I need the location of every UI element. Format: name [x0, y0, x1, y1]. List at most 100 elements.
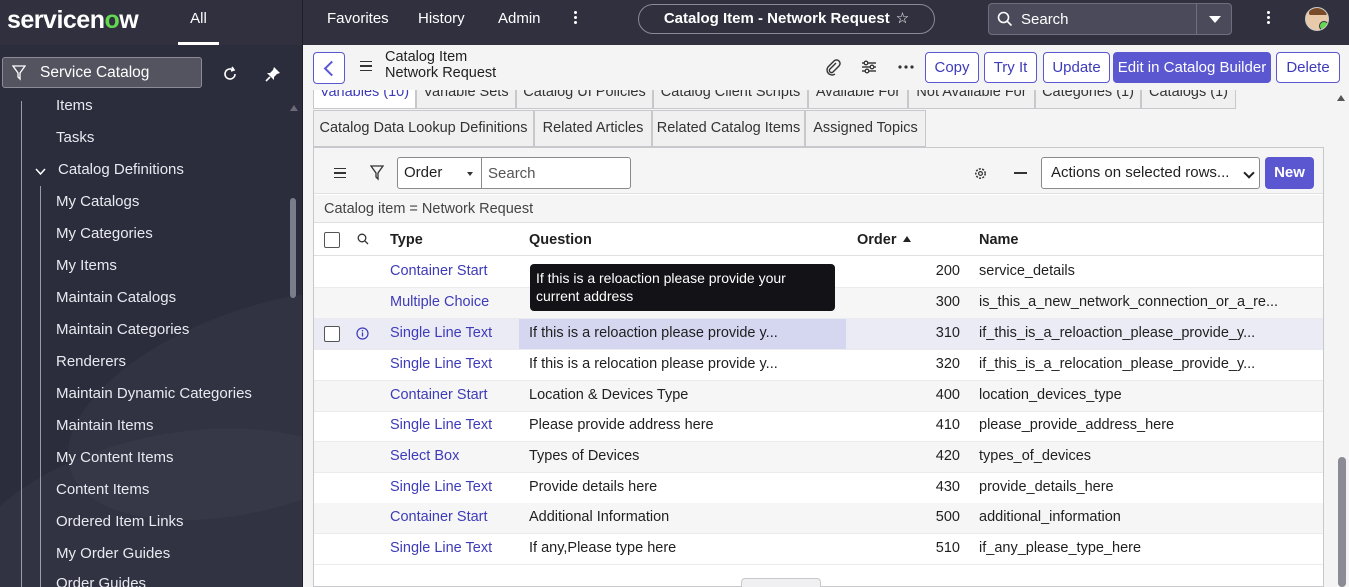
top-header: servicenow All Favorites History Admin C… [0, 0, 1349, 45]
nav-filter-input[interactable]: Service Catalog [2, 57, 202, 88]
cell-name: provide_details_here [979, 479, 1114, 495]
gear-icon[interactable] [973, 166, 988, 181]
chevron-down-icon[interactable] [35, 166, 46, 177]
update-button[interactable]: Update [1043, 52, 1110, 83]
cell-order: 410 [935, 417, 960, 433]
cell-type[interactable]: Single Line Text [390, 325, 492, 341]
search-scope-dropdown[interactable] [1196, 4, 1231, 34]
table-row[interactable]: Single Line Text Please provide address … [314, 411, 1323, 442]
search-icon[interactable] [357, 233, 369, 245]
cell-order: 400 [935, 387, 960, 403]
table-row[interactable]: Container Start Location & Devices Type … [314, 381, 1323, 412]
cell-name: service_details [979, 263, 1075, 279]
column-name[interactable]: Name [979, 232, 1019, 248]
cell-question: If any,Please type here [529, 540, 677, 556]
sidebar-item-tasks[interactable]: Tasks [56, 129, 94, 146]
sidebar-item-maintain-catalogs[interactable]: Maintain Catalogs [56, 289, 176, 306]
sidebar-item-my-categories[interactable]: My Categories [56, 225, 153, 242]
tab-assigned-topics[interactable]: Assigned Topics [805, 110, 926, 147]
sidebar-item-my-content-items[interactable]: My Content Items [56, 449, 174, 466]
cell-type[interactable]: Select Box [390, 448, 459, 464]
sidebar-item-maintain-categories[interactable]: Maintain Categories [56, 321, 189, 338]
cell-type[interactable]: Container Start [390, 263, 488, 279]
search-field-select[interactable]: Order [397, 157, 482, 189]
more-actions-icon[interactable] [897, 58, 915, 76]
nav-admin[interactable]: Admin [498, 0, 541, 38]
form-menu-icon[interactable] [360, 61, 372, 71]
column-type[interactable]: Type [390, 232, 423, 248]
settings-sliders-icon[interactable] [860, 58, 878, 76]
sidebar-group-catalog-definitions[interactable]: Catalog Definitions [58, 161, 184, 178]
edit-in-catalog-builder-button[interactable]: Edit in Catalog Builder [1113, 52, 1271, 83]
table-row[interactable]: Single Line Text If this is a reloaction… [314, 319, 1323, 350]
all-menu-tab[interactable]: All [178, 0, 219, 45]
info-icon[interactable] [356, 327, 369, 340]
sidebar-item-ordered-item-links[interactable]: Ordered Item Links [56, 513, 184, 530]
context-title: Catalog Item - Network Request [663, 10, 890, 27]
servicenow-logo[interactable]: servicenow [7, 6, 139, 35]
column-order[interactable]: Order [857, 232, 911, 248]
refresh-icon[interactable] [221, 65, 239, 83]
table-row[interactable]: Single Line Text If any,Please type here… [314, 534, 1323, 565]
table-row[interactable]: Single Line Text If this is a relocation… [314, 350, 1323, 381]
select-all-checkbox[interactable] [324, 232, 340, 248]
context-title-pill[interactable]: Catalog Item - Network Request ☆ [638, 4, 935, 34]
list-search-input[interactable] [481, 157, 631, 189]
cell-type[interactable]: Multiple Choice [390, 294, 489, 310]
pagination-control[interactable] [741, 578, 821, 587]
attachment-icon[interactable] [824, 58, 842, 76]
table-row[interactable]: Select Box Types of Devices 420 types_of… [314, 442, 1323, 473]
actions-select[interactable]: Actions on selected rows... [1041, 157, 1260, 189]
sidebar-item-maintain-dynamic-categories[interactable]: Maintain Dynamic Categories [56, 385, 252, 402]
nav-favorites[interactable]: Favorites [327, 0, 389, 38]
tab-related-articles[interactable]: Related Articles [534, 110, 652, 147]
tab-catalog-data-lookup-definitions[interactable]: Catalog Data Lookup Definitions [313, 110, 534, 147]
table-row[interactable]: Single Line Text Provide details here 43… [314, 473, 1323, 504]
back-button[interactable] [313, 52, 345, 84]
cell-order: 320 [935, 356, 960, 372]
cell-name: is_this_a_new_network_connection_or_a_re… [979, 294, 1279, 310]
main-scroll-up-icon[interactable] [1337, 95, 1345, 101]
cell-type[interactable]: Single Line Text [390, 356, 492, 372]
list-toolbar: Order Actions on selected rows... New [314, 148, 1323, 194]
list-menu-icon[interactable] [334, 168, 346, 178]
column-question[interactable]: Question [529, 232, 592, 248]
filter-icon[interactable] [370, 165, 384, 181]
collapse-icon[interactable] [1014, 172, 1027, 174]
copy-button[interactable]: Copy [925, 52, 979, 83]
sidebar-item-my-items[interactable]: My Items [56, 257, 117, 274]
cell-type[interactable]: Container Start [390, 387, 488, 403]
new-button[interactable]: New [1265, 157, 1314, 189]
sidebar-scroll-up-icon[interactable] [290, 105, 298, 111]
cell-type[interactable]: Single Line Text [390, 417, 492, 433]
table-row[interactable]: Container Start Additional Information 5… [314, 503, 1323, 534]
sidebar-item-maintain-items[interactable]: Maintain Items [56, 417, 154, 434]
main-scrollbar[interactable] [1338, 457, 1346, 587]
cell-name: if_any_please_type_here [979, 540, 1142, 556]
sort-ascending-icon [902, 236, 911, 242]
tab-related-catalog-items[interactable]: Related Catalog Items [652, 110, 805, 147]
try-it-button[interactable]: Try It [984, 52, 1037, 83]
more-menu-icon[interactable] [572, 9, 578, 29]
row-checkbox[interactable] [324, 326, 340, 342]
header-more-icon[interactable] [1265, 9, 1271, 29]
pin-icon[interactable] [264, 65, 282, 83]
cell-question: Location & Devices Type [529, 387, 689, 403]
cell-type[interactable]: Single Line Text [390, 540, 492, 556]
sidebar-scrollbar[interactable] [290, 198, 296, 298]
user-avatar[interactable] [1305, 7, 1329, 31]
sidebar-item-items[interactable]: Items [56, 97, 93, 114]
sidebar-item-order-guides[interactable]: Order Guides [56, 575, 146, 587]
sidebar-item-renderers[interactable]: Renderers [56, 353, 126, 370]
cell-type[interactable]: Container Start [390, 509, 488, 525]
delete-button[interactable]: Delete [1276, 52, 1340, 83]
cell-type[interactable]: Single Line Text [390, 479, 492, 495]
sidebar-item-my-order-guides[interactable]: My Order Guides [56, 545, 170, 562]
breadcrumb[interactable]: Catalog item = Network Request [314, 195, 1323, 223]
star-icon[interactable]: ☆ [896, 10, 909, 27]
sidebar-item-my-catalogs[interactable]: My Catalogs [56, 193, 139, 210]
cell-name: if_this_is_a_reloaction_please_provide_y… [979, 325, 1256, 341]
global-search[interactable]: Search [988, 3, 1232, 35]
nav-history[interactable]: History [418, 0, 465, 38]
sidebar-item-content-items[interactable]: Content Items [56, 481, 149, 498]
